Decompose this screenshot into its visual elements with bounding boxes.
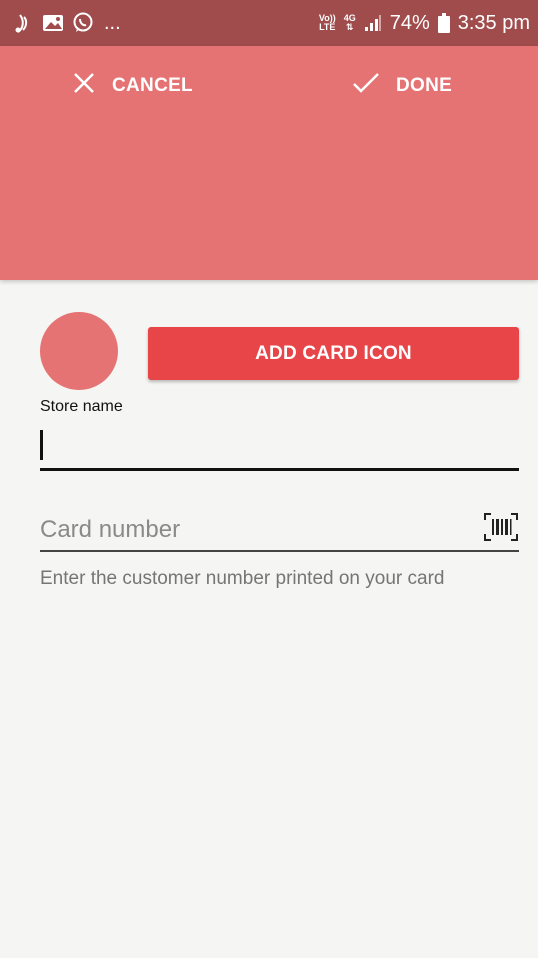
done-label: DONE (396, 75, 453, 96)
check-icon (352, 71, 380, 101)
card-icon-preview[interactable] (40, 312, 118, 390)
card-number-placeholder: Card number (40, 516, 181, 543)
system-status: Vo)) LTE 4G ⇅ 74% 3:35 pm (319, 12, 530, 35)
data-indicator: 4G ⇅ (344, 14, 356, 32)
signal-icon (364, 14, 382, 32)
cancel-label: CANCEL (112, 75, 193, 96)
cancel-button[interactable]: CANCEL (72, 70, 193, 102)
card-number-input[interactable]: Card number (40, 512, 519, 552)
notification-icons: ... (14, 12, 121, 34)
store-name-input[interactable] (40, 424, 519, 471)
add-card-icon-button[interactable]: ADD CARD ICON (148, 327, 519, 380)
edit-card-appbar: CANCEL DONE (0, 46, 538, 280)
battery-icon (437, 13, 450, 33)
barcode-icon[interactable] (483, 512, 519, 542)
card-number-helper: Enter the customer number printed on you… (40, 568, 445, 589)
more-notifications: ... (104, 12, 121, 34)
status-bar: ... Vo)) LTE 4G ⇅ 74% 3:35 pm (0, 0, 538, 46)
nfc-icon (14, 12, 34, 34)
volte-indicator: Vo)) LTE (319, 14, 336, 32)
done-button[interactable]: DONE (352, 70, 452, 102)
image-icon (42, 13, 64, 33)
text-cursor (40, 430, 43, 460)
clock: 3:35 pm (457, 11, 530, 34)
whatsapp-icon (72, 12, 94, 34)
volte-bottom: LTE (319, 22, 336, 32)
store-name-label: Store name (40, 398, 123, 415)
close-icon (72, 71, 96, 101)
data-arrows: ⇅ (345, 22, 354, 32)
battery-percent: 74% (389, 11, 430, 34)
